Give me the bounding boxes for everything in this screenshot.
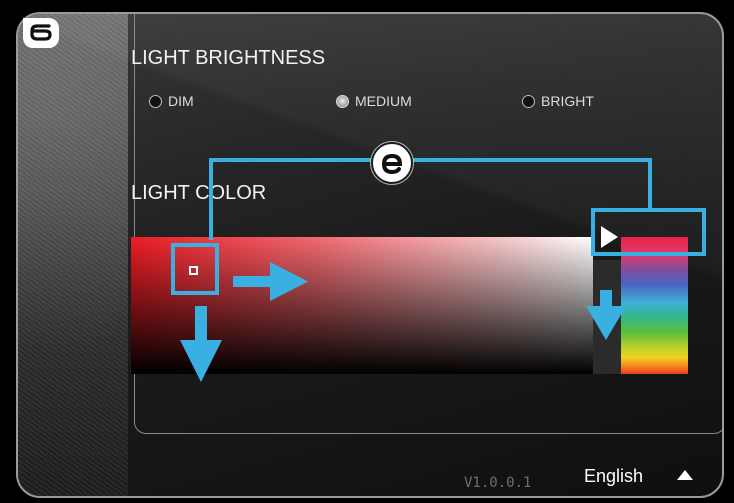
hue-arrow-down-icon <box>586 290 626 340</box>
annotation-overlay <box>171 158 706 382</box>
triangle-up-icon[interactable] <box>677 470 693 480</box>
version-label: V1.0.0.1 <box>464 475 532 491</box>
letter-e-icon <box>381 153 403 175</box>
hue-handle-highlight-box <box>591 208 706 256</box>
arrow-down-icon <box>180 306 222 382</box>
step-marker-e <box>371 142 413 184</box>
number-6-icon <box>29 23 52 41</box>
callout-line-right <box>409 158 652 210</box>
step-marker-6 <box>23 18 59 48</box>
arrow-right-icon <box>233 262 308 301</box>
callout-line-left <box>209 158 372 240</box>
cursor-highlight-box <box>171 243 219 295</box>
language-selector[interactable]: English <box>584 466 643 487</box>
